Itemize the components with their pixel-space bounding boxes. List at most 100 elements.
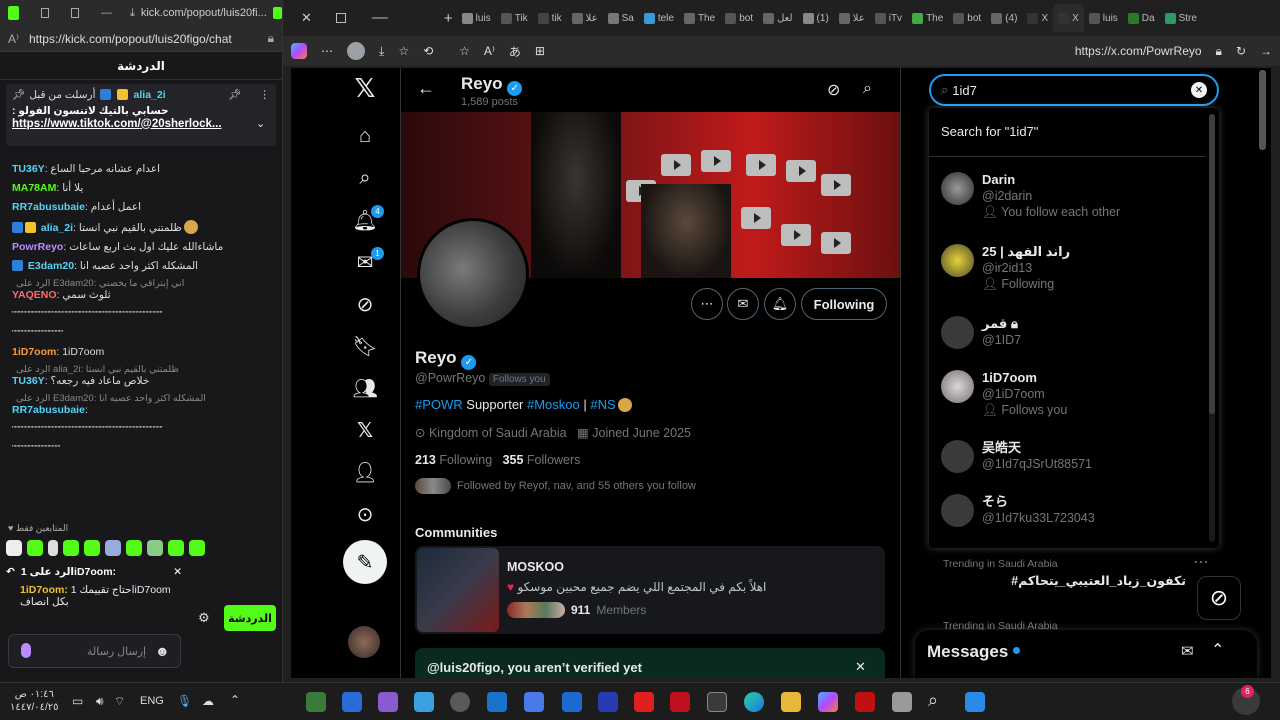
taskbar-app-copilot-icon[interactable] (818, 692, 838, 712)
bio-hashtag[interactable]: #Moskoo (527, 397, 580, 412)
following-button[interactable]: Following (801, 288, 887, 320)
chat-username[interactable]: RR7abusubaie (12, 404, 85, 416)
taskbar-app-xbox-icon[interactable] (306, 692, 326, 712)
browser-tab[interactable]: (4) (986, 4, 1022, 32)
taskbar-app-steam-icon[interactable] (450, 692, 470, 712)
browser-tab[interactable]: لعل (758, 4, 797, 32)
more-icon[interactable]: ⊙ (353, 502, 377, 526)
browser-tab[interactable]: علا (834, 4, 870, 32)
taskbar-app-taskview-icon[interactable] (892, 692, 912, 712)
communities-icon[interactable]: 👥︎ (352, 376, 377, 400)
kick-tab-title[interactable]: kick.com/popout/luis20fi... (141, 7, 267, 19)
search-profile-icon[interactable]: ⌕ (863, 80, 872, 98)
pinned-sender[interactable]: alia_2i (134, 89, 166, 101)
close-banner-icon[interactable]: ✕ (855, 659, 866, 675)
onedrive-icon[interactable]: ☁ (202, 694, 214, 708)
taskbar-app-youtube-icon[interactable] (634, 692, 654, 712)
taskbar-app-outlook-icon[interactable] (562, 692, 582, 712)
bio-hashtag[interactable]: #POWR (415, 397, 463, 412)
favorites-icon[interactable]: ☆ (398, 44, 409, 58)
emote-icon[interactable] (63, 540, 79, 556)
search-result[interactable]: 吴皓天 @1Id7qJSrUt88571 (929, 440, 1205, 473)
browser-tab[interactable]: علا (567, 4, 603, 32)
read-aloud-icon[interactable]: A⁾ (8, 32, 19, 46)
browser-tab[interactable]: The (907, 4, 948, 32)
downloads-icon[interactable]: ⤓ (379, 44, 384, 59)
new-tab-icon[interactable]: + (444, 10, 453, 27)
taskbar-app-netflix-icon[interactable] (855, 692, 875, 712)
browser-tab[interactable]: Da (1123, 4, 1160, 32)
dropdown-scrollbar-thumb[interactable] (1209, 114, 1215, 414)
trend-item[interactable]: Trending in Saudi Arabia #تكفون_زياد_الع… (921, 554, 1236, 618)
search-result[interactable]: راند الفهد | 25 @ir2id13 👤︎ Following (929, 244, 1205, 292)
minimize-icon[interactable]: — (372, 9, 388, 27)
chat-username[interactable]: YAQENO (12, 289, 57, 301)
address-bar[interactable]: https://x.com/PowrReyo (1075, 44, 1202, 58)
maximize-icon[interactable] (335, 13, 346, 23)
back-icon[interactable]: → (1260, 44, 1272, 58)
profile-avatar[interactable] (417, 218, 529, 330)
browser-tab[interactable]: The (679, 4, 720, 32)
browser-tab[interactable]: bot (720, 4, 758, 32)
minimize-icon[interactable]: — (101, 7, 112, 19)
taskbar-app-l-icon[interactable] (598, 692, 618, 712)
search-result[interactable]: قمر 🔒︎ @1ID7 (929, 316, 1205, 349)
settings-gear-icon[interactable]: ⚙ (198, 610, 210, 626)
emote-icon[interactable] (126, 540, 142, 556)
clock[interactable]: ٠١:٤٦ ص ١٤٤٧/٠٤/٢٥ (10, 688, 59, 714)
page-scrollbar-thumb[interactable] (1259, 70, 1266, 150)
browser-tab[interactable]: Sa (603, 4, 639, 32)
followers-count[interactable]: 355 (503, 453, 524, 467)
chat-username[interactable]: E3dam20 (28, 260, 74, 272)
messages-drawer[interactable]: Messages ✉ ⌃ (915, 630, 1257, 678)
chat-username[interactable]: MA78AM (12, 182, 56, 194)
search-result[interactable]: 1iD7oom @1iD7oom 👤︎ Follows you (929, 370, 1205, 418)
emoji-picker-icon[interactable]: ☻ (155, 643, 170, 659)
emote-icon[interactable] (27, 540, 43, 556)
search-result[interactable]: Darin @i2darin 👤︎ You follow each other (929, 172, 1205, 220)
emote-icon[interactable] (168, 540, 184, 556)
search-input[interactable]: ⌕ 1id7 ✕ (929, 74, 1219, 106)
kick-url[interactable]: https://kick.com/popout/luis20figo/chat (29, 32, 258, 46)
browser-tab[interactable]: tele (639, 4, 679, 32)
chat-username[interactable]: RR7abusubaie (12, 201, 85, 213)
download-icon[interactable]: ⤓ (130, 7, 135, 20)
send-chat-button[interactable]: الدردشة (224, 605, 276, 631)
chat-username[interactable]: alia_2i (41, 222, 73, 234)
back-arrow-icon[interactable]: ← (417, 78, 435, 99)
maximize-icon[interactable] (70, 8, 79, 18)
app-available-icon[interactable]: ⊞ (535, 44, 545, 58)
emote-icon[interactable] (48, 540, 58, 556)
emote-icon[interactable] (105, 540, 121, 556)
browser-tab[interactable]: luis (457, 4, 496, 32)
chat-username[interactable]: 1iD7oom (12, 346, 56, 358)
chat-input[interactable]: إرسال رسالة ☻ (8, 634, 181, 668)
browser-tab[interactable]: X (1053, 4, 1084, 32)
search-result[interactable]: そら @1Id7ku33L723043 (929, 494, 1205, 527)
dropdown-scrollbar[interactable] (1209, 114, 1215, 542)
followers-label[interactable]: Followers (527, 453, 581, 467)
emote-icon[interactable] (6, 540, 22, 556)
start-button-icon[interactable] (965, 692, 985, 712)
clear-search-icon[interactable]: ✕ (1191, 82, 1207, 98)
more-options-button[interactable]: ⋯ (691, 288, 723, 320)
read-aloud-icon[interactable]: A⁾ (484, 44, 495, 58)
following-label[interactable]: Following (439, 453, 492, 467)
search-icon[interactable]: ⌕ (353, 166, 377, 190)
extensions-icon[interactable]: ⟲ (423, 44, 433, 58)
emote-icon[interactable] (189, 540, 205, 556)
unpin-icon[interactable]: 📌︎ (228, 88, 241, 101)
followed-by[interactable]: Followed by Reyof, nav, and 55 others yo… (415, 478, 696, 494)
premium-x-icon[interactable]: 𝕏 (353, 418, 377, 442)
notify-button[interactable]: 🔔︎ (764, 288, 796, 320)
grok-floating-button[interactable]: ⊘ (1197, 576, 1241, 620)
widgets-avatar[interactable]: 6 (1232, 685, 1260, 715)
x-logo-icon[interactable]: 𝕏 (353, 73, 377, 103)
browser-tab[interactable]: tik (533, 4, 567, 32)
emote-icon[interactable] (84, 540, 100, 556)
taskbar-app-clipchamp-icon[interactable] (378, 692, 398, 712)
refresh-icon[interactable]: ↻ (1236, 44, 1246, 58)
taskbar-app-explorer-icon[interactable] (781, 692, 801, 712)
more-options-icon[interactable]: ⋮ (260, 89, 271, 101)
account-avatar[interactable] (348, 626, 380, 658)
